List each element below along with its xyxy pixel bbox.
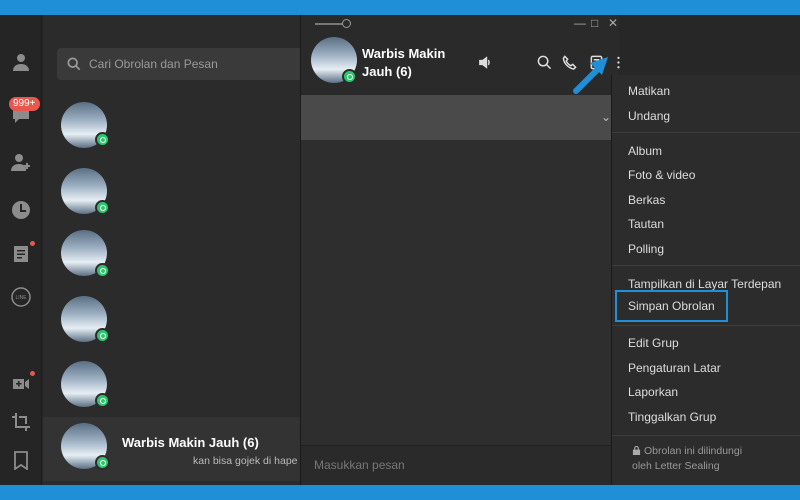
list-item-preview: kan bisa gojek di hape l [193, 455, 303, 467]
menu-item-tautan[interactable]: Tautan [612, 212, 800, 236]
message-input-placeholder: Masukkan pesan [314, 458, 405, 472]
menu-item-tinggalkan-grup[interactable]: Tinggalkan Grup [612, 405, 800, 429]
letter-sealing-line1: Obrolan ini dilindungi [644, 445, 743, 457]
chat-title: Warbis Makin Jauh (6) [362, 46, 446, 79]
open-chat-badge-icon [95, 200, 110, 215]
menu-item-simpan-obrolan[interactable]: Simpan Obrolan [615, 290, 728, 322]
search-input[interactable]: Cari Obrolan dan Pesan [57, 48, 303, 80]
menu-divider [612, 132, 800, 133]
bookmark-icon[interactable] [9, 448, 33, 472]
menu-item-matikan[interactable]: Matikan [612, 79, 800, 103]
menu-item-berkas[interactable]: Berkas [612, 188, 800, 212]
maximize-icon[interactable]: □ [591, 16, 598, 30]
line-app-window: 999+ LINE Cari Obrolan dan Pesan Warbis … [0, 15, 800, 485]
notes-icon[interactable] [9, 241, 35, 266]
announcement-bar[interactable]: ⌄ [301, 95, 619, 140]
person-icon[interactable] [9, 50, 33, 74]
menu-item-foto-video[interactable]: Foto & video [612, 163, 800, 187]
menu-divider [612, 435, 800, 436]
open-chat-badge-icon [95, 393, 110, 408]
list-item[interactable] [43, 226, 303, 290]
message-area [301, 140, 619, 445]
pointer-arrow-icon [573, 57, 608, 94]
menu-item-pengaturan-latar[interactable]: Pengaturan Latar [612, 356, 800, 380]
opacity-slider[interactable] [315, 19, 351, 28]
menu-divider [612, 325, 800, 326]
mute-speaker-icon[interactable] [476, 53, 494, 71]
crop-icon[interactable] [9, 410, 33, 434]
chat-window: — □ ✕ Warbis Makin Jauh (6) ⌄ Masukkan p… [300, 15, 620, 485]
menu-item-polling[interactable]: Polling [612, 237, 800, 261]
search-icon [67, 57, 81, 71]
search-placeholder: Cari Obrolan dan Pesan [89, 57, 218, 71]
list-item[interactable] [43, 355, 303, 419]
lock-icon [632, 445, 641, 455]
list-item[interactable] [43, 290, 303, 354]
minimize-icon[interactable]: — [574, 16, 586, 30]
close-icon[interactable]: ✕ [608, 16, 618, 30]
list-item-active[interactable]: Warbis Makin Jauh (6) kan bisa gojek di … [43, 417, 303, 481]
list-item[interactable] [43, 96, 303, 160]
list-item[interactable] [43, 162, 303, 226]
open-chat-badge-icon [95, 328, 110, 343]
video-add-icon[interactable] [9, 371, 35, 396]
menu-item-album[interactable]: Album [612, 139, 800, 163]
menu-divider [612, 265, 800, 266]
chat-count-badge: 999+ [9, 97, 40, 111]
message-input[interactable]: Masukkan pesan [301, 445, 619, 485]
open-chat-badge-icon [95, 132, 110, 147]
letter-sealing-line2: oleh Letter Sealing [632, 460, 720, 472]
search-icon[interactable] [535, 53, 553, 71]
list-item-title: Warbis Makin Jauh (6) [122, 435, 259, 450]
clock-icon[interactable] [9, 198, 33, 222]
svg-text:LINE: LINE [15, 295, 27, 301]
open-chat-badge-icon [342, 69, 357, 84]
chat-list-panel: Cari Obrolan dan Pesan Warbis Makin Jauh… [43, 15, 303, 485]
chevron-down-icon[interactable]: ⌄ [601, 110, 611, 124]
sidebar-rail: 999+ LINE [0, 15, 42, 485]
chat-options-menu: Matikan Undang Album Foto & video Berkas… [611, 75, 800, 485]
open-chat-badge-icon [95, 455, 110, 470]
open-chat-badge-icon [95, 263, 110, 278]
letter-sealing-note: Obrolan ini dilindungi oleh Letter Seali… [632, 444, 742, 474]
menu-item-laporkan[interactable]: Laporkan [612, 380, 800, 404]
add-friend-icon[interactable] [9, 150, 33, 174]
menu-item-edit-grup[interactable]: Edit Grup [612, 331, 800, 355]
line-icon[interactable]: LINE [9, 285, 33, 309]
menu-item-undang[interactable]: Undang [612, 104, 800, 128]
